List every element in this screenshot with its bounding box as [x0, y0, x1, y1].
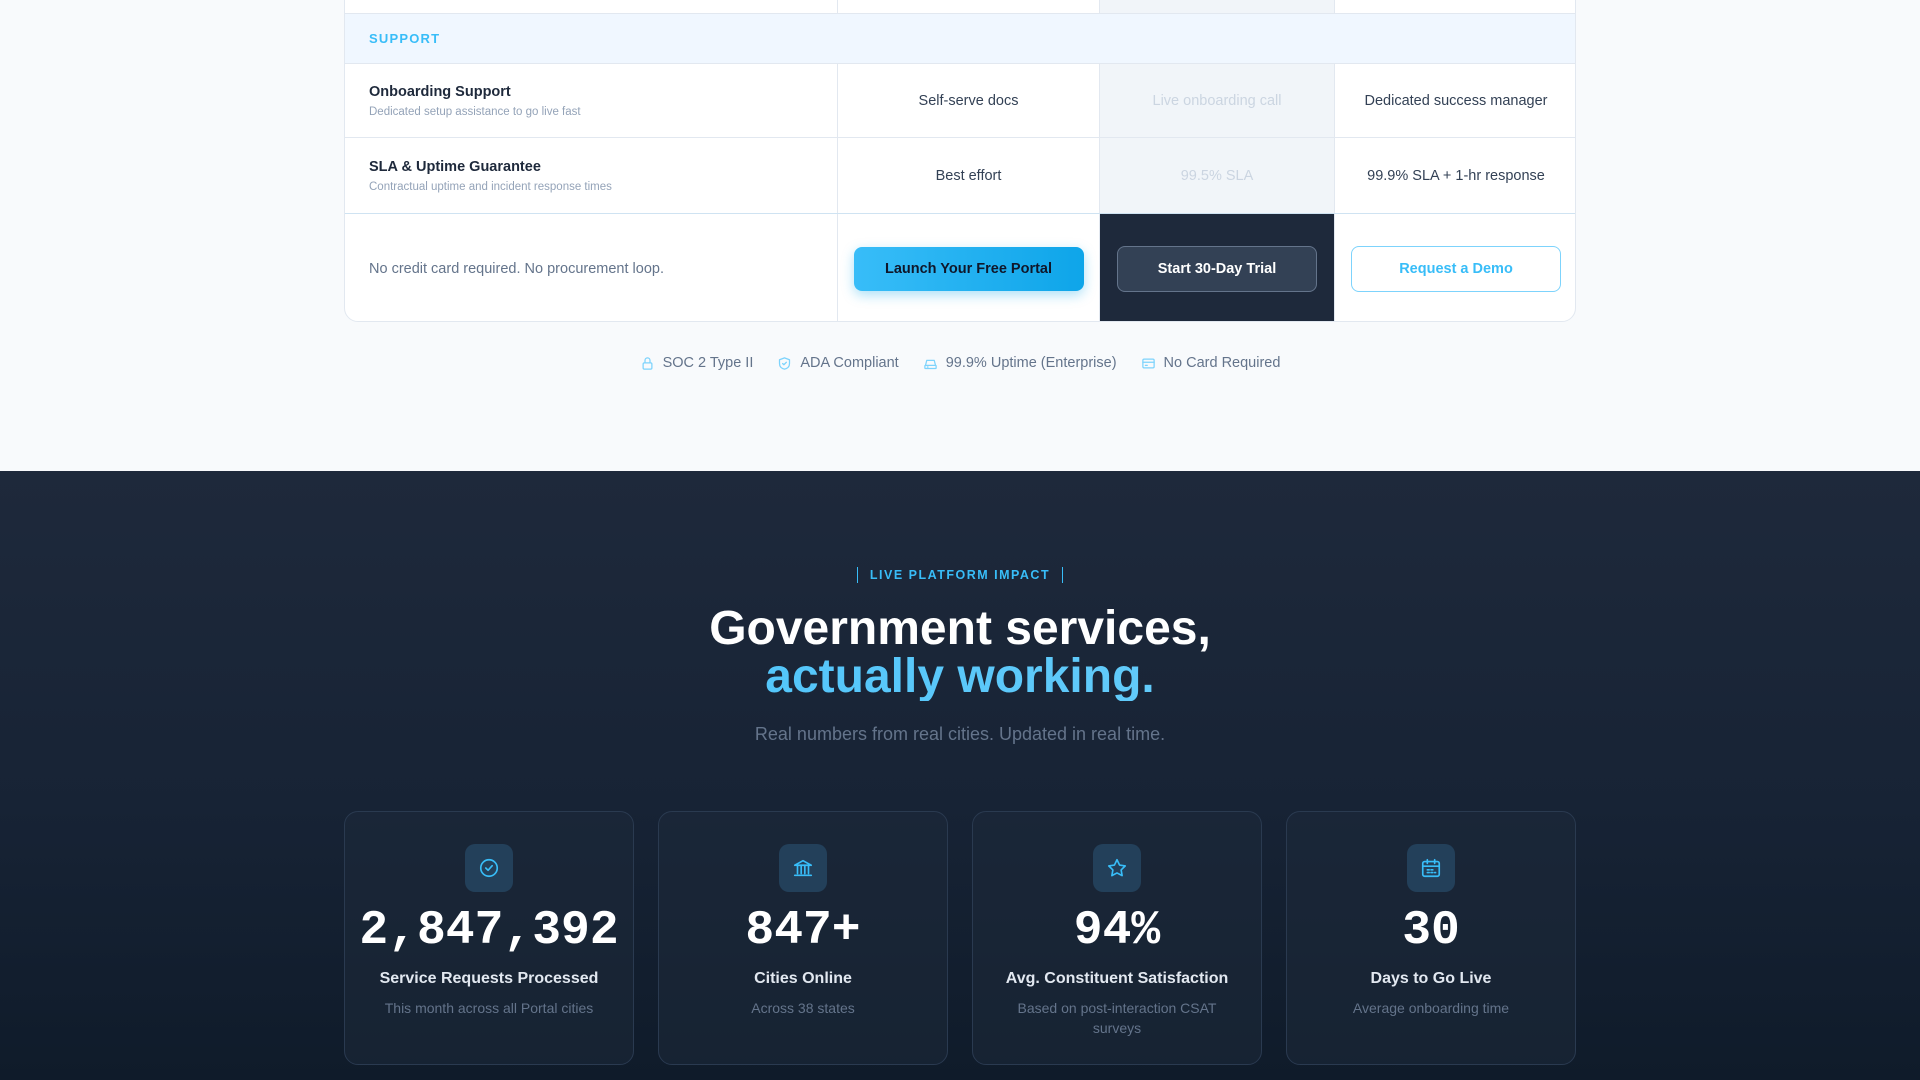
stat-value: 2,847,392: [359, 904, 619, 958]
feature-description: Dedicated setup assistance to go live fa…: [369, 105, 581, 118]
request-demo-button[interactable]: Request a Demo: [1351, 246, 1561, 292]
feature-description: Contractual uptime and incident response…: [369, 180, 612, 193]
trust-badge-label: SOC 2 Type II: [662, 355, 754, 371]
stat-description: This month across all Portal cities: [384, 1000, 594, 1016]
comparison-table: SUPPORT Onboarding Support Dedicated set…: [344, 0, 1576, 322]
trust-badge-label: ADA Compliant: [800, 355, 899, 371]
shield-icon: [779, 356, 791, 370]
stat-value: 30: [1402, 904, 1460, 958]
impact-subhead: Real numbers from real cities. Updated i…: [754, 724, 1166, 744]
stat-description: Across 38 states: [751, 1000, 855, 1016]
stat-card: 94% Avg. Constituent Satisfaction Based …: [972, 811, 1262, 1065]
plan-value: Best effort: [935, 167, 1002, 184]
stat-value: 847+: [745, 904, 861, 958]
server-icon: [923, 359, 937, 369]
eyebrow: LIVE PLATFORM IMPACT: [856, 567, 1064, 583]
stat-card: 2,847,392 Service Requests Processed Thi…: [344, 811, 634, 1065]
building-icon: [793, 859, 813, 877]
trust-badge-label: 99.9% Uptime (Enterprise): [945, 355, 1117, 371]
table-row: [345, 0, 1575, 14]
stat-label: Avg. Constituent Satisfaction: [1005, 970, 1229, 987]
table-row: Onboarding Support Dedicated setup assis…: [345, 64, 1575, 138]
feature-title: SLA & Uptime Guarantee: [369, 158, 541, 175]
table-row: SLA & Uptime Guarantee Contractual uptim…: [345, 138, 1575, 214]
impact-headline: Government services, actually working.: [0, 605, 1920, 701]
cta-row: No credit card required. No procurement …: [345, 214, 1575, 321]
impact-section: LIVE PLATFORM IMPACT Government services…: [0, 471, 1920, 1080]
stat-value: 94%: [1073, 904, 1161, 958]
section-label: SUPPORT: [369, 31, 441, 46]
trust-badge: SOC 2 Type II: [640, 355, 754, 371]
stat-description: Based on post-interaction CSAT surveys: [1017, 1000, 1217, 1036]
credit-card-icon: [1141, 358, 1155, 368]
feature-cell: SLA & Uptime Guarantee Contractual uptim…: [345, 138, 838, 213]
stat-description: Average onboarding time: [1352, 1000, 1510, 1016]
plan-value: Self-serve docs: [918, 92, 1019, 109]
plan-value: 99.5% SLA: [1180, 167, 1254, 184]
plan-value: Live onboarding call: [1152, 92, 1282, 109]
stat-card: 847+ Cities Online Across 38 states: [658, 811, 948, 1065]
eyebrow-divider: [856, 567, 858, 583]
stat-card: 30 Days to Go Live Average onboarding ti…: [1286, 811, 1576, 1065]
stat-label: Cities Online: [754, 970, 852, 987]
pricing-section: SUPPORT Onboarding Support Dedicated set…: [0, 0, 1920, 471]
section-header-row: SUPPORT: [345, 14, 1575, 64]
eyebrow-divider: [1062, 567, 1064, 583]
trust-badge: ADA Compliant: [777, 355, 899, 371]
stat-label: Service Requests Processed: [379, 970, 599, 987]
trust-badge-label: No Card Required: [1163, 355, 1281, 371]
trust-badges: SOC 2 Type II ADA Compliant 99.9% Uptime…: [0, 355, 1920, 371]
stats-grid: 2,847,392 Service Requests Processed Thi…: [344, 811, 1576, 1065]
eyebrow-label: LIVE PLATFORM IMPACT: [869, 568, 1051, 582]
trust-badge: 99.9% Uptime (Enterprise): [923, 355, 1117, 371]
cta-note: No credit card required. No procurement …: [369, 261, 664, 277]
plan-value: Dedicated success manager: [1364, 92, 1548, 109]
stat-label: Days to Go Live: [1370, 970, 1492, 987]
start-trial-button[interactable]: Start 30-Day Trial: [1117, 246, 1317, 292]
feature-title: Onboarding Support: [369, 83, 511, 100]
lock-icon: [642, 356, 653, 370]
plan-value: 99.9% SLA + 1-hr response: [1367, 167, 1545, 184]
feature-cell: Onboarding Support Dedicated setup assis…: [345, 64, 838, 137]
calendar-icon: [1421, 858, 1441, 878]
headline-line-2: actually working.: [0, 653, 1920, 701]
launch-free-portal-button[interactable]: Launch Your Free Portal: [853, 247, 1084, 291]
trust-badge: No Card Required: [1141, 355, 1281, 371]
headline-line-1: Government services,: [709, 602, 1211, 655]
check-circle-icon: [479, 858, 499, 878]
star-icon: [1107, 858, 1127, 877]
